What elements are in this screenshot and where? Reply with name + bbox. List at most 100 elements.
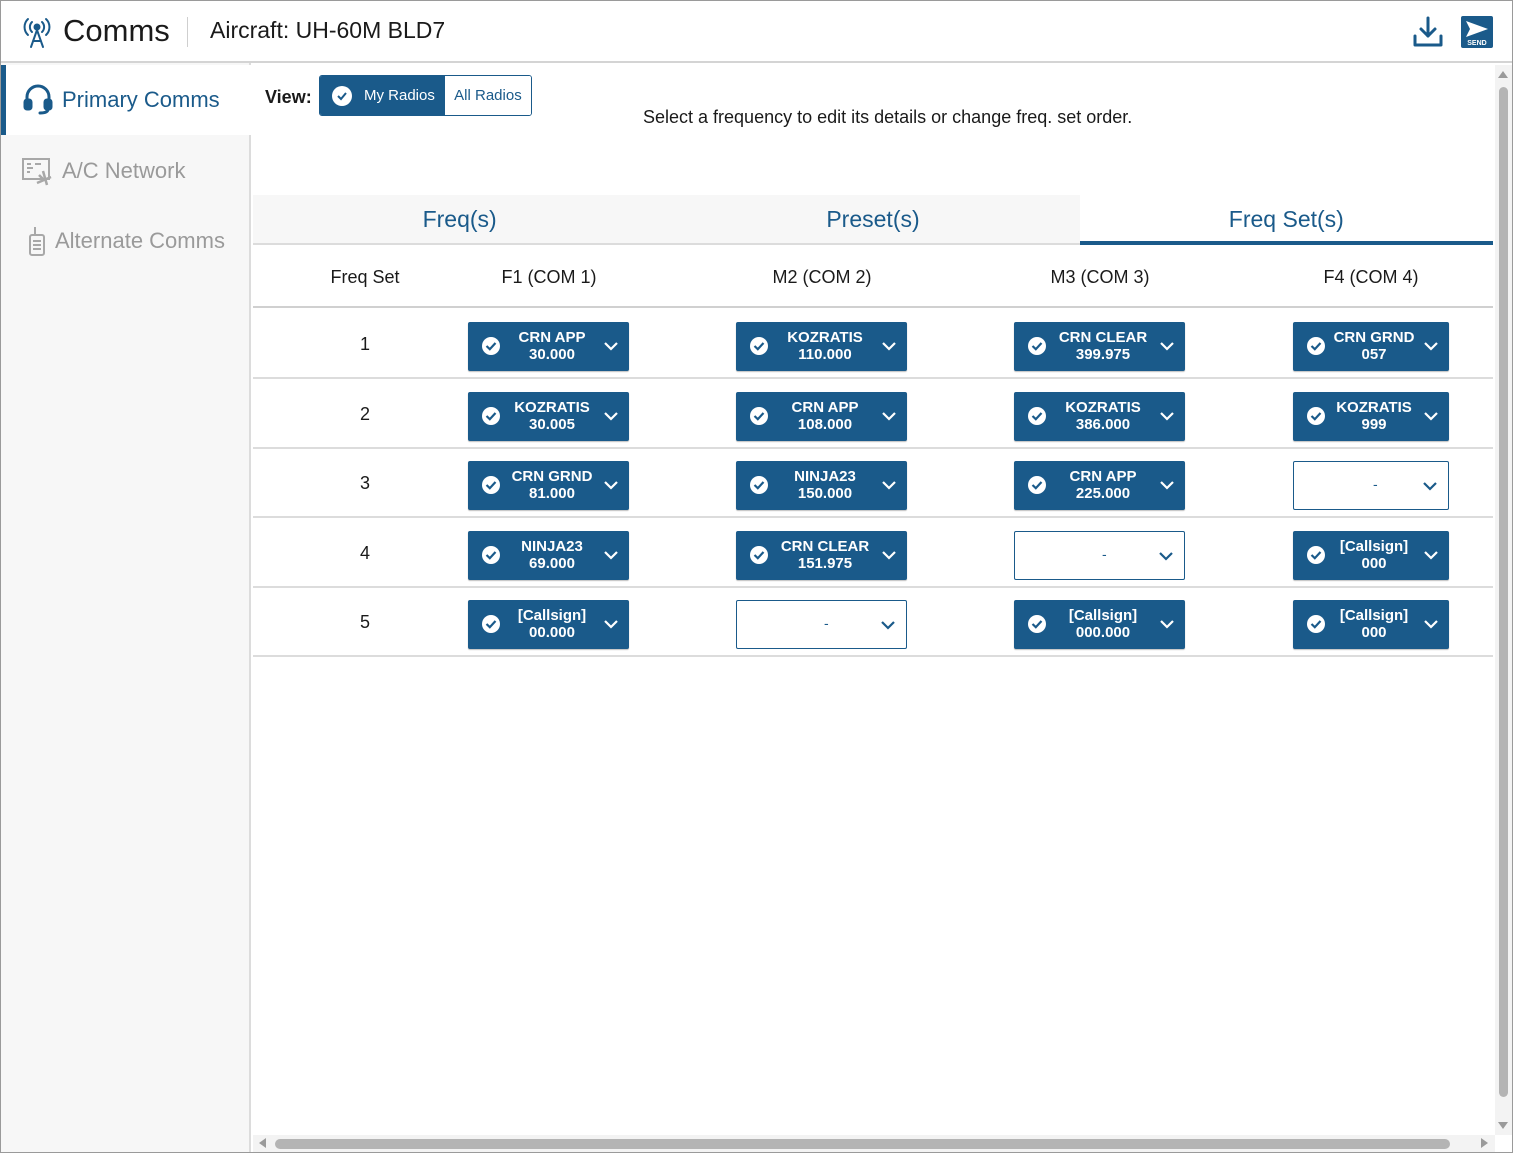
frequency-select-button[interactable]: [Callsign] 00.000 (468, 600, 629, 649)
check-circle-icon (482, 337, 500, 355)
chevron-down-icon (1160, 342, 1174, 351)
callsign-text: KOZRATIS (787, 329, 863, 346)
table-row: 2 KOZRATIS 30.005 CRN APP 108.000 KOZRATIS 386… (253, 380, 1493, 449)
sidebar-item-ac-network[interactable]: A/C Network (1, 135, 251, 205)
aircraft-title: Aircraft: UH-60M BLD7 (210, 17, 446, 43)
frequency-select-button[interactable]: CRN GRND 057 (1293, 322, 1449, 371)
frequency-select-button[interactable]: NINJA23 69.000 (468, 530, 629, 580)
frequency-label: KOZRATIS 30.005 (514, 399, 590, 433)
check-circle-icon (750, 406, 768, 425)
check-circle-icon (1028, 615, 1046, 633)
table-row: 1 CRN APP 30.000 KOZRATIS 110.000 CRN CLEAR 39… (253, 310, 1493, 379)
empty-value: - (824, 615, 829, 631)
check-circle-icon (482, 476, 500, 494)
chevron-down-icon (1160, 620, 1174, 629)
chevron-down-icon (604, 481, 618, 490)
check-icon (332, 85, 352, 106)
empty-frequency-select[interactable]: - (1014, 530, 1185, 580)
scroll-right-icon[interactable] (1481, 1138, 1488, 1148)
instruction-text: Select a frequency to edit its details o… (643, 107, 1133, 127)
frequency-value: 150.000 (797, 485, 853, 502)
sidebar-item-primary-comms[interactable]: Primary Comms (1, 65, 251, 135)
frequency-select-button[interactable]: CRN CLEAR 399.975 (1014, 322, 1185, 371)
main-content: View: My Radios All Radios Select a freq… (253, 65, 1495, 1135)
frequency-value: 108.000 (797, 415, 853, 433)
empty-frequency-select[interactable]: - (736, 600, 907, 649)
check-circle-icon (750, 545, 768, 564)
tab-bar: Freq(s) Preset(s) Freq Set(s) (253, 195, 1494, 245)
frequency-label: KOZRATIS 110.000 (787, 329, 863, 363)
frequency-value: 225.000 (1075, 485, 1131, 502)
check-circle-icon (1028, 337, 1046, 355)
chevron-down-icon (1159, 551, 1173, 561)
network-icon (22, 158, 52, 186)
tab-freqs[interactable]: Freq(s) (253, 195, 666, 243)
empty-value: - (1102, 545, 1107, 562)
frequency-label: CRN GRND 81.000 (512, 468, 593, 502)
headset-icon (23, 84, 53, 115)
vertical-scrollbar[interactable] (1495, 65, 1512, 1135)
header-divider (187, 17, 188, 47)
frequency-select-button[interactable]: KOZRATIS 110.000 (736, 322, 907, 371)
chevron-down-icon (604, 550, 618, 560)
frequency-value: 399.975 (1075, 346, 1131, 363)
sidebar-item-alternate-comms[interactable]: Alternate Comms (1, 205, 251, 275)
send-icon[interactable]: SEND (1460, 14, 1494, 50)
check-circle-icon (482, 406, 500, 425)
view-option-label: My Radios (364, 87, 435, 104)
frequency-select-button[interactable]: CRN APP 108.000 (736, 391, 907, 441)
frequency-select-button[interactable]: [Callsign] 000 (1293, 600, 1449, 649)
chevron-down-icon (1424, 342, 1438, 351)
column-header-m2: M2 (COM 2) (772, 267, 872, 287)
frequency-label: CRN CLEAR 151.975 (781, 538, 869, 572)
tab-freq-sets[interactable]: Freq Set(s) (1079, 195, 1494, 245)
frequency-label: [Callsign] 000 (1340, 538, 1408, 572)
view-option-all-radios[interactable]: All Radios (443, 76, 531, 115)
view-option-my-radios[interactable]: My Radios (320, 76, 444, 115)
frequency-label: [Callsign] 000.000 (1069, 607, 1137, 641)
chevron-down-icon (604, 342, 618, 351)
frequency-label: [Callsign] 000 (1340, 607, 1408, 641)
frequency-label: CRN APP 30.000 (519, 329, 586, 363)
chevron-down-icon (882, 342, 896, 351)
frequency-select-button[interactable]: CRN APP 225.000 (1014, 461, 1185, 510)
vertical-scroll-thumb[interactable] (1499, 87, 1508, 1097)
download-icon[interactable] (1411, 14, 1445, 50)
horizontal-scrollbar[interactable] (253, 1135, 1495, 1152)
sidebar-item-label: A/C Network (62, 158, 186, 183)
scroll-left-icon[interactable] (259, 1138, 266, 1148)
empty-frequency-select[interactable]: - (1293, 461, 1449, 510)
callsign-text: CRN GRND (511, 468, 593, 485)
frequency-value: 30.005 (529, 415, 575, 433)
scroll-down-icon[interactable] (1498, 1122, 1508, 1129)
frequency-select-button[interactable]: NINJA23 150.000 (736, 461, 907, 510)
chevron-down-icon (1424, 411, 1438, 421)
frequency-value: 000 (1361, 624, 1387, 641)
frequency-select-button[interactable]: KOZRATIS 386.000 (1014, 391, 1185, 441)
callsign-text: KOZRATIS (1065, 398, 1141, 416)
frequency-label: KOZRATIS 999 (1336, 399, 1412, 433)
tab-presets[interactable]: Preset(s) (666, 195, 1079, 243)
callsign-text: CRN APP (1069, 468, 1137, 485)
frequency-select-button[interactable]: CRN GRND 81.000 (468, 461, 629, 510)
frequency-label: [Callsign] 00.000 (518, 607, 586, 641)
frequency-select-button[interactable]: [Callsign] 000 (1293, 530, 1449, 580)
callsign-text: KOZRATIS (1336, 398, 1412, 416)
frequency-select-button[interactable]: KOZRATIS 999 (1293, 391, 1449, 441)
frequency-select-button[interactable]: KOZRATIS 30.005 (468, 391, 629, 441)
chevron-down-icon (882, 481, 896, 490)
radio-tower-icon (23, 18, 51, 48)
send-icon-label: SEND (1467, 40, 1486, 47)
callsign-text: KOZRATIS (514, 398, 590, 416)
app-header: Comms Aircraft: UH-60M BLD7 SEND (1, 1, 1512, 63)
frequency-select-button[interactable]: CRN APP 30.000 (468, 322, 629, 371)
scroll-up-icon[interactable] (1498, 71, 1508, 78)
view-label: View: (265, 87, 312, 107)
frequency-select-button[interactable]: [Callsign] 000.000 (1014, 600, 1185, 649)
check-circle-icon (1307, 406, 1325, 425)
chevron-down-icon (1424, 550, 1438, 560)
callsign-text: [Callsign] (1339, 607, 1409, 624)
frequency-select-button[interactable]: CRN CLEAR 151.975 (736, 530, 907, 580)
frequency-value: 386.000 (1075, 415, 1131, 433)
horizontal-scroll-thumb[interactable] (275, 1139, 1450, 1149)
